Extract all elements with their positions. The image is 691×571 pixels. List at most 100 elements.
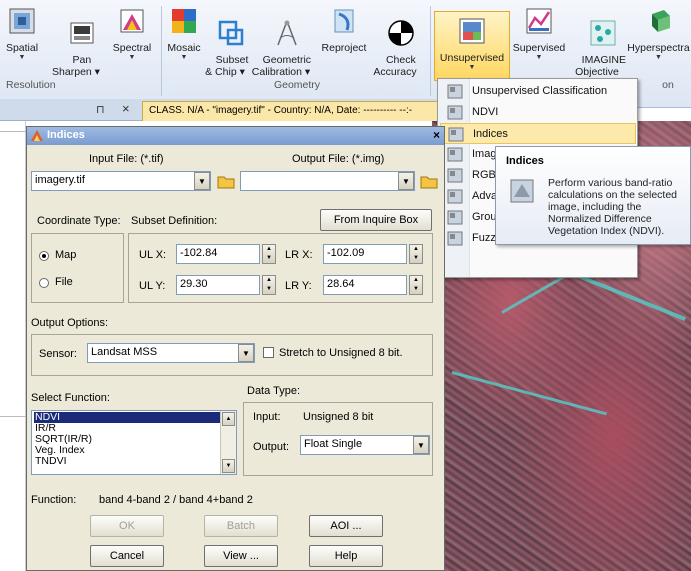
menu-item-ndvi[interactable]: NDVI: [440, 102, 636, 123]
sensor-dropdown-arrow[interactable]: ▼: [238, 344, 254, 362]
scroll-down-arrow[interactable]: ▼: [222, 459, 235, 473]
unsupervised-button[interactable]: Unsupervised ▼: [434, 11, 510, 81]
function-expression: band 4-band 2 / band 4+band 2: [99, 494, 253, 506]
lry-spinner[interactable]: ▲ ▼: [409, 275, 423, 295]
pin-icon[interactable]: ⊓: [96, 103, 105, 116]
map-radio[interactable]: [39, 251, 49, 261]
pan-sharpen-button[interactable]: Pan Sharpen ▾: [52, 6, 100, 90]
lry-label: LR Y:: [285, 280, 312, 292]
uly-label: UL Y:: [139, 280, 166, 292]
output-file-label: Output File: (*.img): [292, 153, 385, 165]
mosaic-label: Mosaic: [167, 42, 201, 54]
supervised-button[interactable]: Supervised ▼: [510, 6, 568, 62]
advanced-icon: [447, 189, 463, 204]
lrx-label: LR X:: [285, 249, 313, 261]
menu-item-label: Indices: [473, 128, 508, 140]
tooltip-title: Indices: [506, 155, 544, 167]
input-file-field[interactable]: imagery.tif: [31, 171, 211, 191]
input-type-value: Unsigned 8 bit: [303, 411, 374, 423]
spatial-button[interactable]: Spatial ▼: [2, 6, 42, 62]
spectral-icon: [120, 9, 144, 33]
lrx-spinner[interactable]: ▲ ▼: [409, 244, 423, 264]
hyperspectral-label: Hyperspectra: [627, 42, 690, 54]
supervised-label: Supervised: [512, 42, 566, 54]
hyperspectral-button[interactable]: Hyperspectra ▼: [626, 6, 691, 62]
tooltip-body: Perform various band-ratio calculations …: [548, 177, 677, 237]
batch-button[interactable]: Batch: [204, 515, 278, 537]
input-file-dropdown-arrow[interactable]: ▼: [194, 172, 210, 190]
subset-chip-label: Subset & Chip ▾: [205, 54, 249, 78]
sensor-select[interactable]: Landsat MSS: [87, 343, 255, 363]
stretch-checkbox[interactable]: [263, 347, 274, 358]
function-option-ndvi[interactable]: NDVI: [34, 412, 224, 423]
from-inquire-box-button[interactable]: From Inquire Box: [320, 209, 432, 231]
dialog-titlebar[interactable]: Indices ×: [27, 127, 444, 145]
group-label-resolution: Resolution: [6, 79, 56, 91]
indices-icon: [448, 127, 464, 142]
close-panel-icon[interactable]: ×: [122, 101, 130, 116]
input-file-label: Input File: (*.tif): [89, 153, 164, 165]
pan-sharpen-icon: [70, 22, 94, 44]
input-folder-icon[interactable]: [217, 174, 235, 189]
menu-item-indices[interactable]: Indices: [440, 123, 636, 144]
ulx-spinner[interactable]: ▲ ▼: [262, 244, 276, 264]
river-feature: [451, 371, 607, 416]
file-radio[interactable]: [39, 278, 49, 288]
aoi-button[interactable]: AOI ...: [309, 515, 383, 537]
geometric-calibration-button[interactable]: Geometric Calibration ▾: [248, 6, 314, 90]
ndvi-icon: [447, 105, 463, 120]
chevron-down-icon: ▼: [655, 54, 662, 61]
uly-spinner[interactable]: ▲ ▼: [262, 275, 276, 295]
function-option-tndvi[interactable]: TNDVI: [34, 456, 224, 467]
check-accuracy-button[interactable]: Check Accuracy: [372, 6, 418, 90]
imagine-objective-icon: [590, 20, 616, 46]
sensor-label: Sensor:: [39, 348, 77, 360]
spectral-label: Spectral: [112, 42, 152, 54]
pan-sharpen-label: Pan Sharpen ▾: [52, 54, 100, 78]
chevron-down-icon: ▼: [468, 64, 476, 71]
cancel-button[interactable]: Cancel: [90, 545, 164, 567]
coordinate-type-group: [31, 233, 124, 303]
close-icon[interactable]: ×: [433, 128, 440, 142]
chevron-down-icon: ▼: [18, 54, 26, 61]
menu-item-label: NDVI: [472, 106, 499, 118]
output-folder-icon[interactable]: [420, 174, 438, 189]
ulx-label: UL X:: [139, 249, 167, 261]
data-type-label: Data Type:: [247, 385, 300, 397]
spectral-button[interactable]: Spectral ▼: [110, 6, 154, 62]
chevron-down-icon: ▼: [128, 54, 136, 61]
ok-button[interactable]: OK: [90, 515, 164, 537]
menu-item-unsupervised-classification[interactable]: Unsupervised Classification: [440, 81, 636, 102]
indices-app-icon: [31, 130, 43, 141]
group-separator: [430, 6, 431, 96]
mosaic-button[interactable]: Mosaic ▼: [164, 6, 204, 62]
lrx-field[interactable]: -102.09: [323, 244, 407, 264]
ulx-field[interactable]: -102.84: [176, 244, 260, 264]
input-type-label: Input:: [253, 411, 281, 423]
view-button[interactable]: View ...: [204, 545, 278, 567]
lry-field[interactable]: 28.64: [323, 275, 407, 295]
chevron-down-icon: ▼: [180, 54, 188, 61]
output-file-dropdown-arrow[interactable]: ▼: [398, 172, 414, 190]
output-type-select[interactable]: Float Single: [300, 435, 430, 455]
mosaic-icon: [172, 9, 196, 33]
scroll-up-arrow[interactable]: ▲: [222, 412, 235, 426]
help-button[interactable]: Help: [309, 545, 383, 567]
reproject-button[interactable]: Reproject: [318, 6, 370, 54]
uly-field[interactable]: 29.30: [176, 275, 260, 295]
output-file-field[interactable]: [240, 171, 415, 191]
indices-dialog: Indices × Input File: (*.tif) Output Fil…: [26, 126, 445, 571]
subset-chip-button[interactable]: Subset & Chip ▾: [204, 6, 249, 90]
supervised-icon: [526, 8, 552, 34]
document-tab[interactable]: CLASS. N/A - "imagery.tif" - Country: N/…: [142, 101, 440, 121]
function-listbox[interactable]: NDVI IR/R SQRT(IR/R) Veg. Index TNDVI ▲ …: [31, 410, 237, 475]
chevron-down-icon: ▼: [535, 54, 543, 61]
rgb-icon: [447, 168, 463, 183]
compass-icon: [277, 20, 297, 46]
function-list-scrollbar[interactable]: ▲ ▼: [220, 411, 236, 474]
target-icon: [388, 20, 414, 46]
dialog-title: Indices: [47, 129, 85, 141]
contents-panel: [0, 121, 26, 571]
output-type-dropdown-arrow[interactable]: ▼: [413, 436, 429, 454]
output-options-label: Output Options:: [31, 317, 109, 329]
